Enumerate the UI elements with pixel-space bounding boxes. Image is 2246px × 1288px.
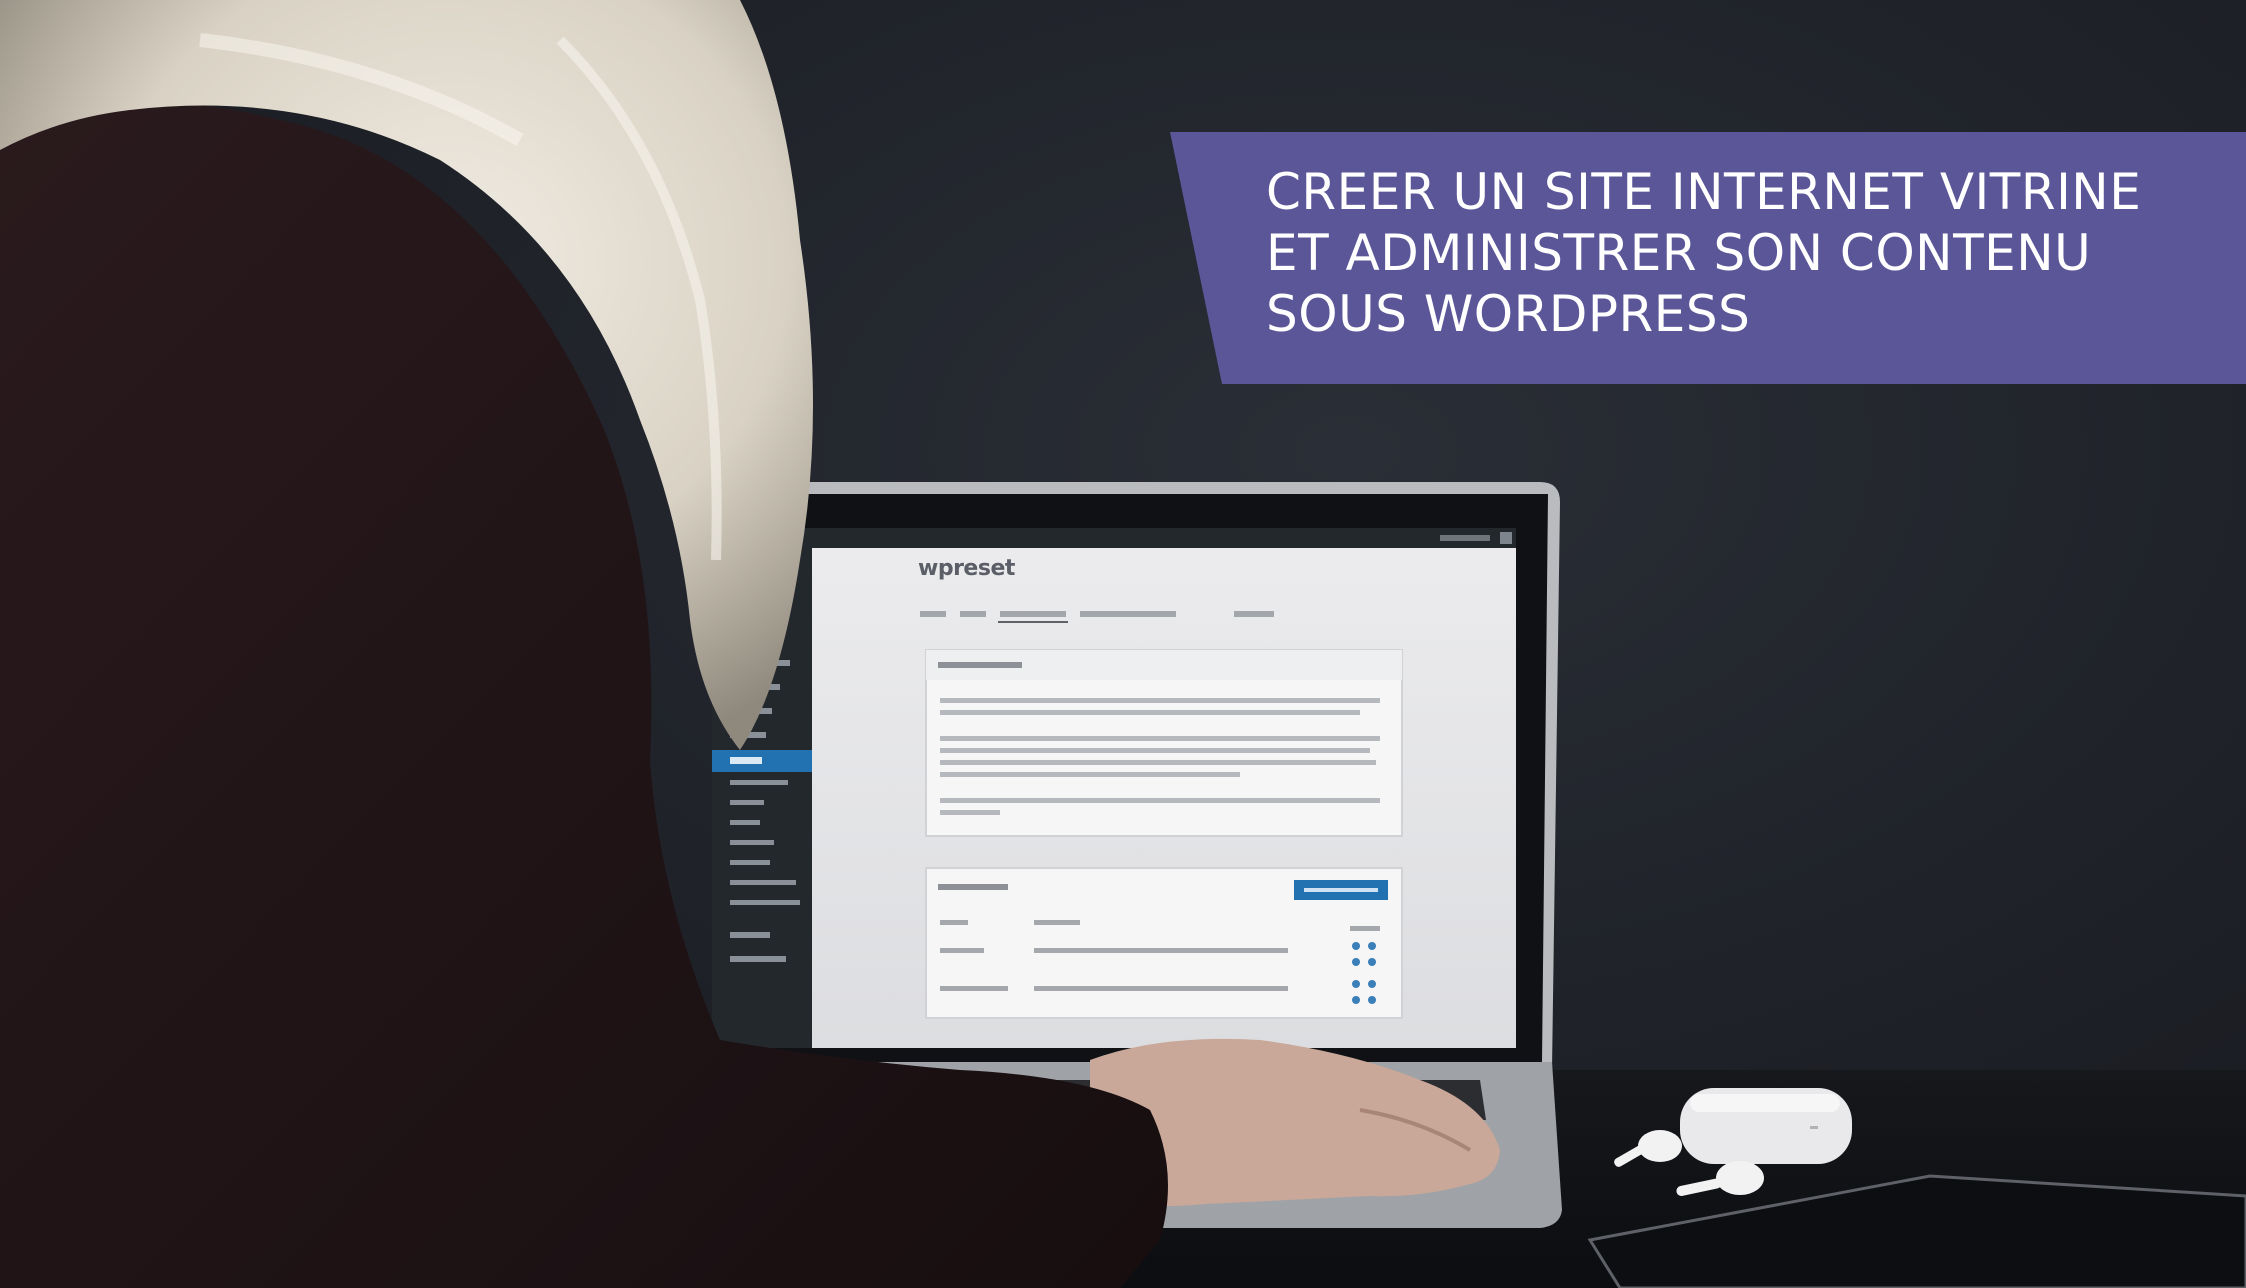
- wpreset-logo: wpreset: [918, 556, 1015, 581]
- banner-title: CREER UN SITE INTERNET VITRINE ET ADMINI…: [1266, 163, 2142, 343]
- plugin-tab-underline: [998, 621, 1068, 623]
- photo-scene: wpreset CREER UN SITE INTERNET VITRINE E…: [0, 0, 2246, 1288]
- admin-top-bar-user: [1440, 535, 1490, 541]
- title-banner: CREER UN SITE INTERNET VITRINE ET ADMINI…: [1170, 132, 2246, 384]
- admin-sidebar-active-label: [730, 757, 762, 764]
- admin-top-bar-avatar: [1500, 532, 1512, 544]
- admin-top-bar: [712, 528, 1516, 548]
